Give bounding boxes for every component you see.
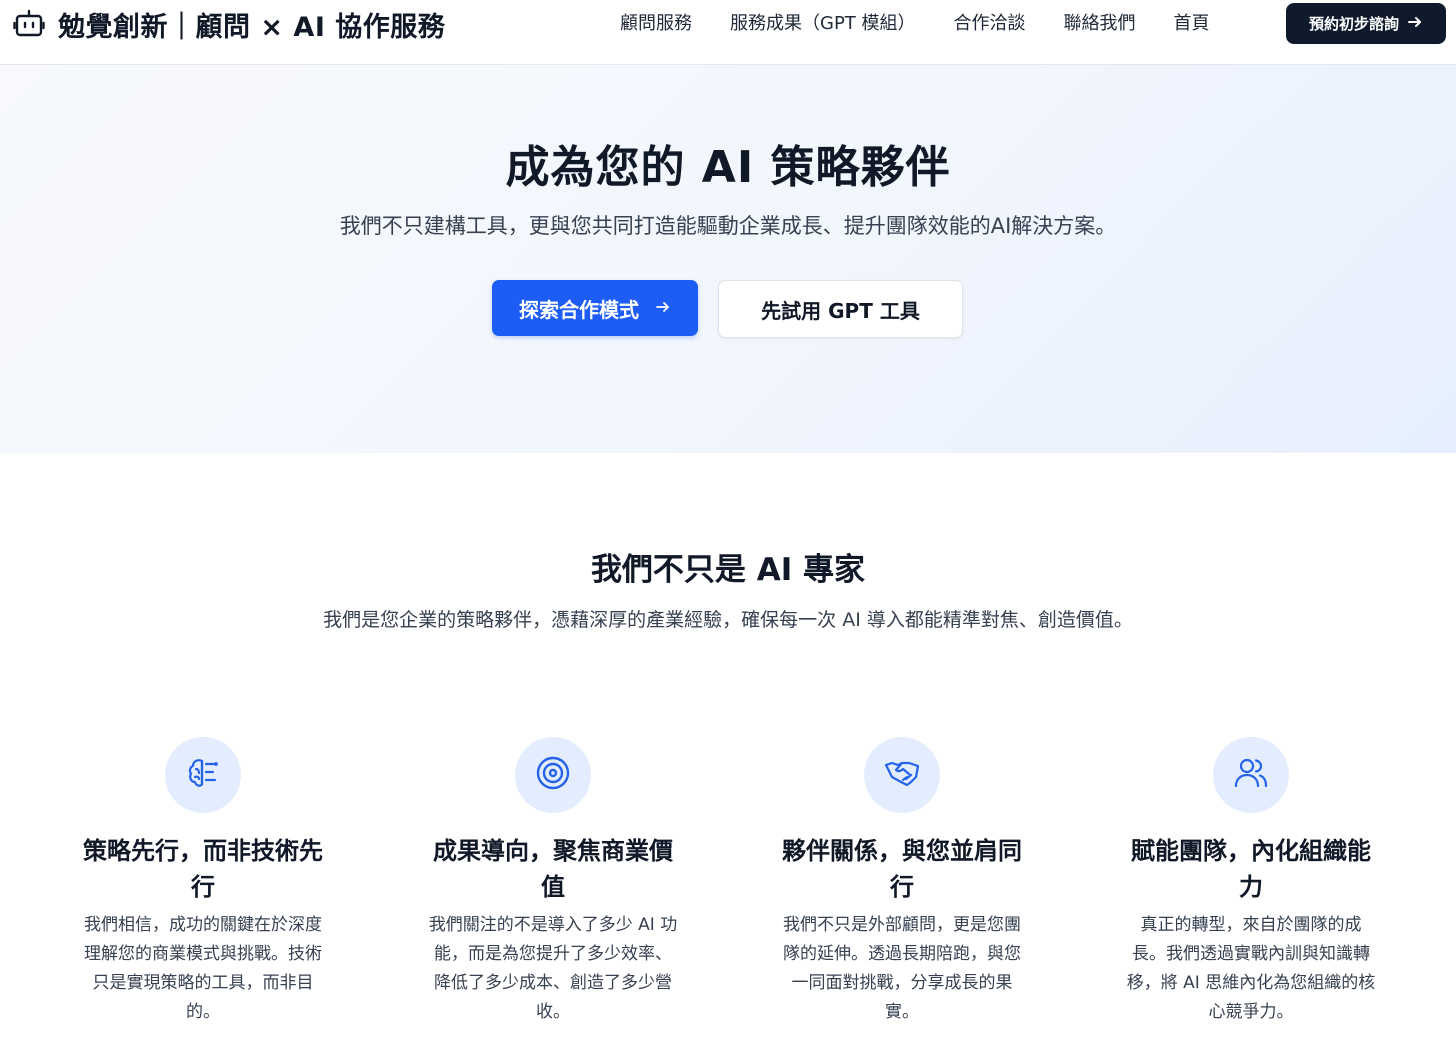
feature-card-empowerment: 賦能團隊，內化組織能力 真正的轉型，來自於團隊的成長。我們透過實戰內訓與知識轉移…: [1106, 737, 1396, 1027]
feature-icon-circle: [165, 737, 241, 813]
try-gpt-tools-button[interactable]: 先試用 GPT 工具: [718, 280, 963, 338]
brand[interactable]: 勉覺創新｜顧問 × AI 協作服務: [12, 6, 446, 43]
feature-title: 賦能團隊，內化組織能力: [1131, 837, 1371, 901]
feature-icon-circle: [1213, 737, 1289, 813]
about-subtitle: 我們是您企業的策略夥伴，憑藉深厚的產業經驗，確保每一次 AI 導入都能精準對焦、…: [323, 609, 1133, 631]
brain-icon: [185, 755, 221, 795]
feature-card-partnership: 夥伴關係，與您並肩同行 我們不只是外部顧問，更是您團隊的延伸。透過長期陪跑，與您…: [757, 737, 1047, 1027]
book-consultation-button[interactable]: 預約初步諮詢: [1286, 3, 1446, 44]
explore-partnership-button[interactable]: 探索合作模式: [492, 280, 698, 336]
site-header: 勉覺創新｜顧問 × AI 協作服務 顧問服務 服務成果（GPT 模組） 合作洽談…: [0, 0, 1456, 65]
nav-item-partnership[interactable]: 合作洽談: [954, 9, 1026, 35]
target-icon: [535, 755, 571, 795]
feature-card-results: 成果導向，聚焦商業價值 我們關注的不是導入了多少 AI 功能，而是為您提升了多少…: [408, 737, 698, 1027]
handshake-icon: [883, 755, 921, 795]
arrow-right-icon: [655, 296, 671, 320]
feature-card-strategy: 策略先行，而非技術先行 我們相信，成功的關鍵在於深度理解您的商業模式與挑戰。技術…: [58, 737, 348, 1027]
feature-description: 真正的轉型，來自於團隊的成長。我們透過實戰內訓與知識轉移，將 AI 思維內化為您…: [1126, 915, 1376, 1022]
hero-section: 成為您的 AI 策略夥伴 我們不只建構工具，更與您共同打造能驅動企業成長、提升團…: [0, 65, 1456, 453]
main-nav: 顧問服務 服務成果（GPT 模組） 合作洽談 聯絡我們 首頁: [620, 0, 1248, 44]
feature-description: 我們相信，成功的關鍵在於深度理解您的商業模式與挑戰。技術只是實現策略的工具，而非…: [84, 915, 322, 1022]
about-title: 我們不只是 AI 專家: [590, 552, 866, 588]
arrow-right-icon: [1407, 14, 1423, 34]
feature-title: 夥伴關係，與您並肩同行: [782, 837, 1022, 901]
book-consultation-label: 預約初步諮詢: [1308, 15, 1399, 33]
feature-description: 我們關注的不是導入了多少 AI 功能，而是為您提升了多少效率、降低了多少成本、創…: [428, 915, 678, 1022]
feature-icon-circle: [864, 737, 940, 813]
try-gpt-tools-label: 先試用 GPT 工具: [761, 298, 920, 323]
hero-title: 成為您的 AI 策略夥伴: [505, 142, 951, 193]
feature-description: 我們不只是外部顧問，更是您團隊的延伸。透過長期陪跑，與您一同面對挑戰，分享成長的…: [783, 915, 1021, 1022]
feature-title: 策略先行，而非技術先行: [83, 837, 323, 901]
users-icon: [1233, 755, 1269, 795]
nav-item-consulting[interactable]: 顧問服務: [620, 9, 692, 35]
feature-icon-circle: [515, 737, 591, 813]
nav-item-home[interactable]: 首頁: [1174, 9, 1210, 35]
hero-subtitle: 我們不只建構工具，更與您共同打造能驅動企業成長、提升團隊效能的AI解決方案。: [339, 214, 1117, 238]
feature-title: 成果導向，聚焦商業價值: [433, 837, 673, 901]
explore-partnership-label: 探索合作模式: [519, 297, 639, 322]
nav-item-results[interactable]: 服務成果（GPT 模組）: [730, 9, 916, 35]
nav-item-contact[interactable]: 聯絡我們: [1064, 9, 1136, 35]
brand-name: 勉覺創新｜顧問 × AI 協作服務: [58, 11, 446, 43]
robot-icon: [12, 7, 46, 41]
